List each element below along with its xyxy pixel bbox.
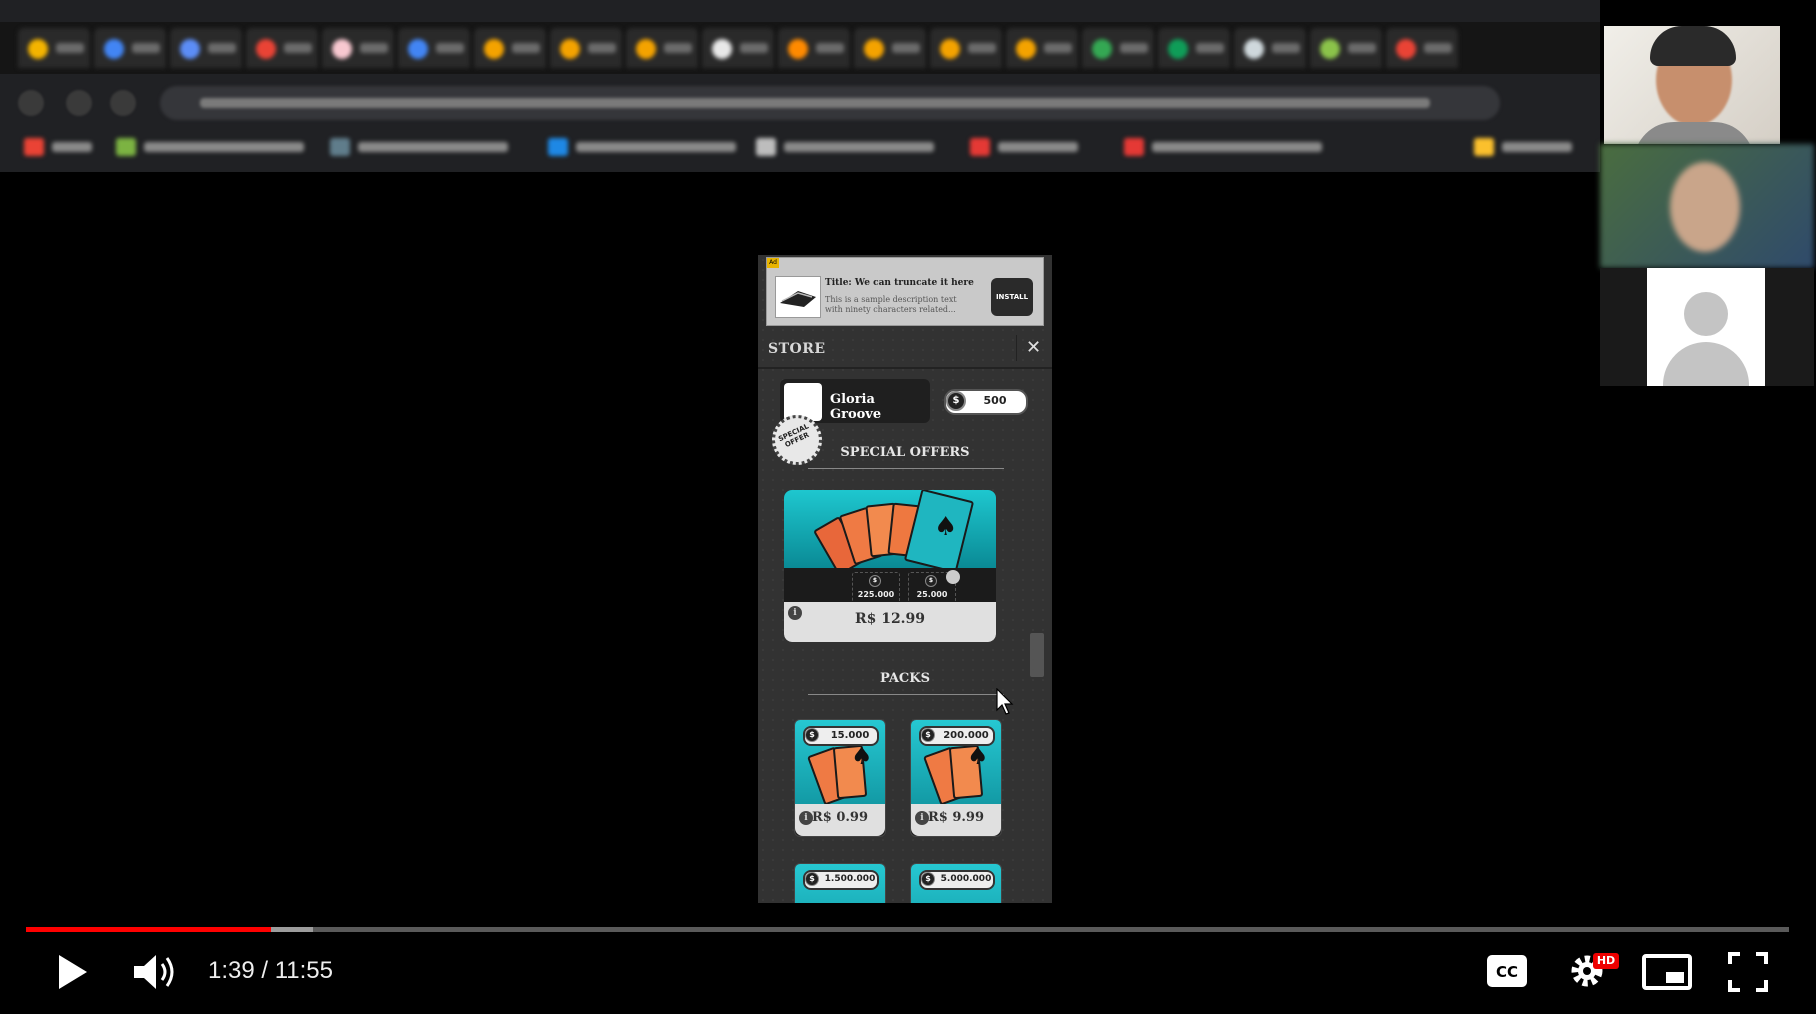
browser-tab[interactable] <box>854 28 926 68</box>
store-title: STORE <box>768 341 826 357</box>
browser-tab[interactable] <box>550 28 622 68</box>
coin-icon: $ <box>869 575 881 587</box>
pack-buy-button[interactable]: i R$ 9.99 <box>911 804 1001 836</box>
pack-buy-button[interactable]: i R$ 0.99 <box>795 804 885 836</box>
section-divider <box>808 694 1004 695</box>
bookmark-item[interactable] <box>1124 136 1324 158</box>
bookmark-item[interactable] <box>116 136 306 158</box>
fullscreen-icon[interactable] <box>1728 952 1768 992</box>
spade-icon: ♠ <box>934 512 958 542</box>
pack-card[interactable]: $ 5.000.000 <box>910 863 1002 903</box>
video-time: 1:39 / 11:55 <box>208 957 333 984</box>
pack-coins: $ 15.000 <box>803 726 879 746</box>
browser-tab[interactable] <box>474 28 546 68</box>
bookmark-item[interactable] <box>24 136 94 158</box>
bookmark-item[interactable] <box>756 136 936 158</box>
browser-tab[interactable] <box>170 28 242 68</box>
coin-icon: $ <box>921 728 935 742</box>
ad-badge: Ad <box>767 258 779 268</box>
coin-icon: $ <box>805 728 819 742</box>
browser-tab[interactable] <box>702 28 774 68</box>
browser-tab[interactable] <box>1006 28 1078 68</box>
packs-title: PACKS <box>880 671 930 686</box>
volume-icon[interactable] <box>132 952 180 992</box>
pack-coins: $ 5.000.000 <box>919 870 995 890</box>
coin-icon: $ <box>925 575 937 587</box>
player-name: Gloria Groove <box>830 392 882 422</box>
participant-video-1 <box>1604 26 1780 144</box>
bonus-icon <box>946 570 960 584</box>
browser-tab[interactable] <box>1386 28 1458 68</box>
info-icon[interactable]: i <box>915 811 929 825</box>
section-divider <box>808 468 1004 469</box>
browser-tab[interactable] <box>398 28 470 68</box>
hd-badge: HD <box>1593 953 1619 969</box>
game-store-screen: Ad Title: We can truncate it here This i… <box>758 255 1052 903</box>
info-icon[interactable]: i <box>799 811 813 825</box>
coin-balance: $ 500 <box>944 389 1028 415</box>
browser-tab[interactable] <box>1310 28 1382 68</box>
browser-tab[interactable] <box>626 28 698 68</box>
bookmark-item[interactable] <box>330 136 510 158</box>
participant-video-3 <box>1600 268 1814 386</box>
spade-icon: ♠ <box>967 742 989 770</box>
bookmark-item[interactable] <box>970 136 1080 158</box>
progress-played <box>26 927 271 932</box>
ad-title: Title: We can truncate it here <box>825 278 974 288</box>
bookmark-item[interactable] <box>548 136 738 158</box>
forward-icon <box>66 90 92 116</box>
browser-tab[interactable] <box>322 28 394 68</box>
store-header: STORE ✕ <box>758 331 1052 369</box>
play-icon[interactable] <box>56 952 90 992</box>
ad-install-button[interactable]: INSTALL <box>991 278 1033 316</box>
pack-card[interactable]: ♠ $ 15.000 i R$ 0.99 <box>794 719 886 837</box>
pack-coins: $ 1.500.000 <box>803 870 879 890</box>
coin-icon: $ <box>946 391 966 411</box>
spade-icon: ♠ <box>851 742 873 770</box>
reload-icon <box>110 90 136 116</box>
address-bar <box>160 86 1500 120</box>
ad-description: This is a sample description text with n… <box>825 295 957 314</box>
info-icon[interactable]: i <box>788 606 802 620</box>
browser-tab[interactable] <box>1158 28 1230 68</box>
cards-image: ♠ <box>784 490 996 577</box>
avatar-placeholder <box>1647 268 1765 386</box>
bookmark-item[interactable] <box>1474 136 1574 158</box>
pack-card[interactable]: ♠ $ 200.000 i R$ 9.99 <box>910 719 1002 837</box>
miniplayer-icon[interactable] <box>1642 954 1692 990</box>
offer-item: $ 225.000 <box>852 572 900 604</box>
participant-video-2 <box>1600 144 1814 268</box>
pack-card[interactable]: $ 1.500.000 <box>794 863 886 903</box>
browser-tab[interactable] <box>778 28 850 68</box>
mouse-cursor-icon <box>996 688 1014 715</box>
browser-tab[interactable] <box>246 28 318 68</box>
coin-icon: $ <box>921 872 935 886</box>
ad-banner[interactable]: Ad Title: We can truncate it here This i… <box>766 257 1044 326</box>
browser-tab[interactable] <box>1082 28 1154 68</box>
browser-tab[interactable] <box>930 28 1002 68</box>
browser-tab[interactable] <box>18 28 90 68</box>
back-icon <box>18 90 44 116</box>
svg-text:CC: CC <box>1496 963 1518 981</box>
special-offer-buy-button[interactable]: i R$ 12.99 <box>784 602 996 642</box>
browser-tab[interactable] <box>94 28 166 68</box>
special-offer-card[interactable]: ♠ $ 225.000 $ 25.000 i R$ 12.99 <box>784 490 996 642</box>
coin-icon: $ <box>805 872 819 886</box>
pack-coins: $ 200.000 <box>919 726 995 746</box>
browser-tab[interactable] <box>1234 28 1306 68</box>
ad-app-icon <box>775 276 821 318</box>
close-icon[interactable]: ✕ <box>1026 337 1041 358</box>
captions-icon[interactable]: CC <box>1486 954 1528 988</box>
coin-balance-value: 500 <box>983 394 1007 407</box>
